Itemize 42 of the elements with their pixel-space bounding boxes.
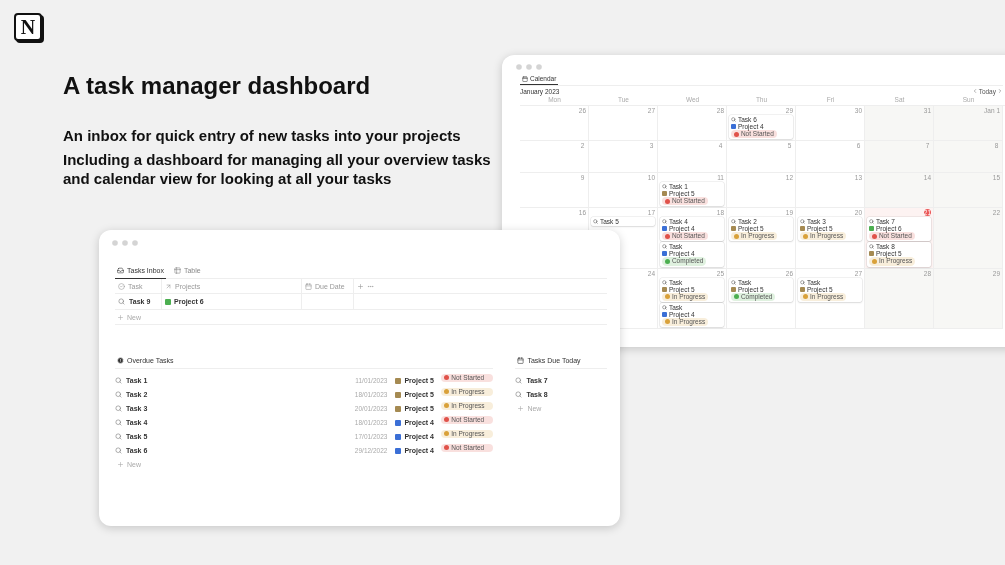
tagline: An inbox for quick entry of new tasks into your projects [63,126,462,145]
arrow-icon [165,282,172,290]
search-icon [869,244,874,250]
search-icon [593,219,598,225]
search-icon [662,219,667,225]
window-dots-icon [112,240,138,246]
calendar-icon [305,282,312,290]
calendar-icon [522,75,528,82]
search-icon [115,419,122,426]
previous-icon[interactable] [971,88,978,94]
search-icon [869,219,874,225]
inbox-icon [117,267,124,274]
search-icon [115,405,122,412]
table-icon [173,267,181,274]
search-icon [662,244,667,250]
search-icon [800,219,805,225]
search-icon [731,219,736,225]
plus-icon [517,405,525,412]
search-icon [115,377,122,384]
next-icon[interactable] [997,88,1003,94]
calendar-icon [517,357,525,364]
app-logo: N [14,13,42,41]
add-column-icon[interactable] [357,282,364,290]
headline: A task manager dashboard [63,72,372,100]
search-icon [662,304,667,310]
search-icon [115,391,122,398]
alert-icon [117,357,124,364]
search-icon [731,117,736,122]
plus-icon [117,313,124,321]
plus-icon [117,461,124,468]
check-circle-icon [118,282,125,290]
search-icon [115,433,122,440]
search-icon [662,184,667,190]
window-dots-icon [516,64,542,70]
search-icon [118,298,125,305]
search-icon [515,377,523,384]
search-icon [731,279,736,285]
search-icon [515,391,523,398]
search-icon [115,447,122,454]
tagline: Including a dashboard for managing all your overview tasks and calendar view for looking at all your tasks [63,150,492,188]
search-icon [800,279,805,285]
search-icon [662,279,667,285]
